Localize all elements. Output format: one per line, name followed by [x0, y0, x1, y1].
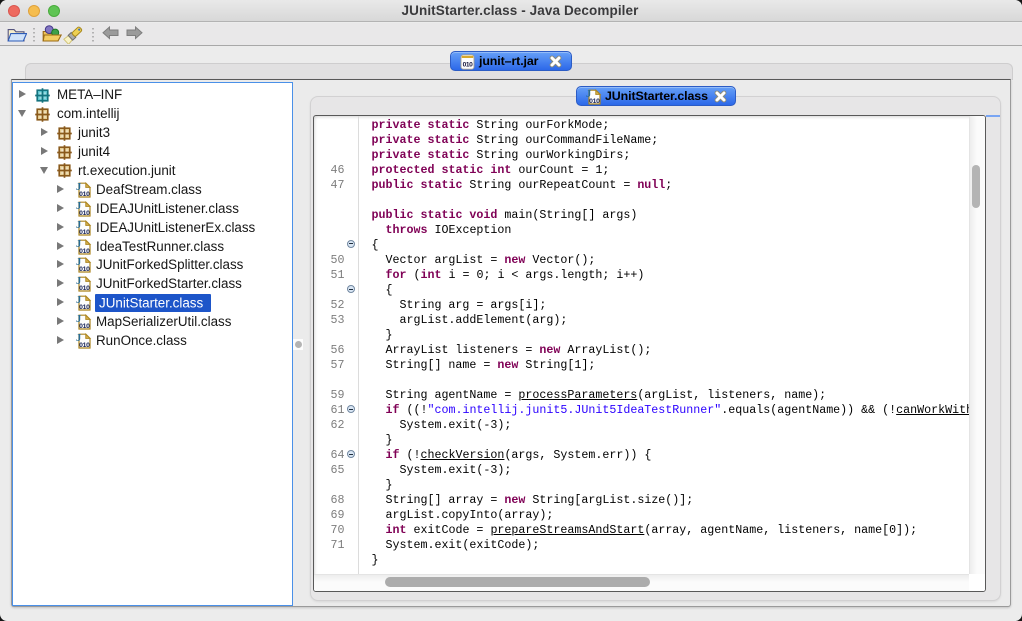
svg-text:010: 010	[463, 61, 474, 68]
